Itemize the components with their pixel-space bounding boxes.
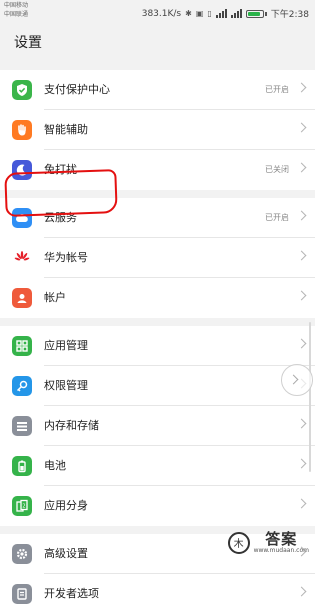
scrollbar[interactable] <box>309 322 311 472</box>
chevron-right-icon <box>296 418 307 429</box>
group-gap <box>0 318 315 326</box>
chevron-right-icon <box>296 586 307 597</box>
settings-group: 应用管理权限管理内存和存储电池 2 应用分身 <box>0 326 315 526</box>
settings-item-hand[interactable]: 智能辅助 <box>0 110 315 150</box>
battery-icon <box>12 456 32 476</box>
developer-icon <box>12 584 32 604</box>
chevron-right-icon <box>296 290 307 301</box>
settings-item-status: 已开启 <box>265 85 289 94</box>
settings-item-label: 权限管理 <box>44 379 88 392</box>
settings-item-label: 智能辅助 <box>44 123 88 136</box>
group-gap <box>0 62 315 70</box>
settings-item-label: 电池 <box>44 459 66 472</box>
gear-icon <box>12 544 32 564</box>
status-right: 383.1K/s ✱ ▣ ▯ 下午2:38 <box>141 7 309 21</box>
battery-fill <box>247 11 260 16</box>
network-speed: 383.1K/s <box>141 8 182 19</box>
settings-item-storage[interactable]: 内存和存储 <box>0 406 315 446</box>
chevron-right-icon <box>296 82 307 93</box>
storage-icon <box>12 416 32 436</box>
chevron-right-icon <box>296 250 307 261</box>
account-icon <box>12 288 32 308</box>
floating-navigation-button[interactable] <box>281 364 313 396</box>
settings-item-label: 华为帐号 <box>44 251 88 264</box>
carrier-2: 中国联通 <box>4 11 29 18</box>
page-header: 设置 <box>0 28 315 62</box>
watermark-url: www.mudaan.com <box>253 547 309 554</box>
nfc-icon: ▣ <box>195 9 204 18</box>
watermark-text: 答案 <box>265 530 298 548</box>
status-bar: 中国移动 中国联通 383.1K/s ✱ ▣ ▯ 下午2:38 <box>0 0 315 28</box>
clock: 下午2:38 <box>270 10 309 20</box>
settings-item-label: 应用管理 <box>44 339 88 352</box>
settings-item-label: 应用分身 <box>44 499 88 512</box>
chevron-right-icon <box>296 122 307 133</box>
vibrate-icon: ▯ <box>207 9 212 18</box>
settings-item-developer[interactable]: 开发者选项 <box>0 574 315 614</box>
settings-item-label: 内存和存储 <box>44 419 99 432</box>
app-grid-icon <box>12 336 32 356</box>
signal-2-icon <box>230 9 242 18</box>
settings-item-label: 高级设置 <box>44 547 88 560</box>
chevron-right-icon <box>296 498 307 509</box>
red-circle-annotation <box>4 169 118 217</box>
bluetooth-icon: ✱ <box>185 9 192 18</box>
svg-text:2: 2 <box>22 504 25 510</box>
settings-item-shield-check[interactable]: 支付保护中心 已开启 <box>0 70 315 110</box>
key-icon <box>12 376 32 396</box>
settings-item-huawei-logo[interactable]: 华为帐号 <box>0 238 315 278</box>
carrier-1: 中国移动 <box>4 2 29 9</box>
settings-item-status: 已开启 <box>265 213 289 222</box>
hand-icon <box>12 120 32 140</box>
watermark: 木 答案 www.mudaan.com <box>227 530 309 554</box>
watermark-logo-icon: 木 <box>227 531 250 554</box>
chevron-right-icon <box>296 162 307 173</box>
settings-group: 云服务 已开启 华为帐号 帐户 <box>0 198 315 318</box>
carrier-labels: 中国移动 中国联通 <box>4 1 28 19</box>
settings-item-status: 已关闭 <box>265 165 289 174</box>
settings-item-battery[interactable]: 电池 <box>0 446 315 486</box>
battery-indicator <box>245 9 267 18</box>
settings-item-label: 帐户 <box>44 291 66 304</box>
settings-item-app-grid[interactable]: 应用管理 <box>0 326 315 366</box>
shield-check-icon <box>12 80 32 100</box>
settings-item-key[interactable]: 权限管理 <box>0 366 315 406</box>
chevron-right-icon <box>296 338 307 349</box>
settings-item-account[interactable]: 帐户 <box>0 278 315 318</box>
chevron-right-icon <box>296 458 307 469</box>
signal-icon <box>215 9 227 18</box>
settings-item-label: 支付保护中心 <box>44 83 110 96</box>
chevron-right-icon <box>296 210 307 221</box>
page-title: 设置 <box>14 35 42 51</box>
app-twin-icon: 2 <box>12 496 32 516</box>
huawei-logo-icon <box>12 248 32 268</box>
settings-item-app-twin[interactable]: 2 应用分身 <box>0 486 315 526</box>
settings-item-label: 开发者选项 <box>44 587 99 600</box>
